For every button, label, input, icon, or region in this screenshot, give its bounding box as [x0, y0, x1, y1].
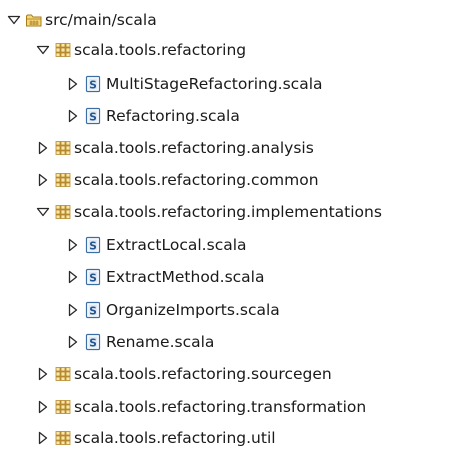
triangle-right-icon[interactable] — [66, 303, 80, 317]
package-icon — [54, 429, 72, 447]
source-folder-icon — [25, 11, 43, 29]
tree-item-file-extractmethod[interactable]: S ExtractMethod.scala — [66, 263, 264, 291]
scala-file-icon: S — [84, 236, 102, 254]
tree-item-file-rename[interactable]: S Rename.scala — [66, 328, 214, 356]
package-icon — [54, 139, 72, 157]
tree-item-label: Rename.scala — [106, 333, 215, 351]
tree-item-label: scala.tools.refactoring.implementations — [74, 203, 382, 221]
tree-item-package-scala-tools-refactoring[interactable]: scala.tools.refactoring — [36, 36, 246, 64]
svg-text:S: S — [89, 305, 97, 317]
package-explorer-tree: src/main/scala scala.tools.refactoring S — [0, 0, 472, 451]
triangle-right-icon[interactable] — [66, 238, 80, 252]
package-icon — [54, 398, 72, 416]
triangle-right-icon[interactable] — [36, 141, 50, 155]
scala-file-icon: S — [84, 333, 102, 351]
package-icon — [54, 365, 72, 383]
tree-item-file-organizeimports[interactable]: S OrganizeImports.scala — [66, 296, 280, 324]
triangle-right-icon[interactable] — [66, 270, 80, 284]
tree-item-file-extractlocal[interactable]: S ExtractLocal.scala — [66, 231, 247, 259]
triangle-down-icon[interactable] — [36, 205, 50, 219]
svg-text:S: S — [89, 240, 97, 252]
tree-item-label: scala.tools.refactoring — [74, 41, 247, 59]
scala-file-icon: S — [84, 75, 102, 93]
package-icon — [54, 41, 72, 59]
tree-item-label: scala.tools.refactoring.analysis — [74, 139, 314, 157]
tree-item-package-common[interactable]: scala.tools.refactoring.common — [36, 166, 319, 194]
svg-text:S: S — [89, 79, 97, 91]
tree-item-package-transformation[interactable]: scala.tools.refactoring.transformation — [36, 393, 366, 421]
tree-item-package-analysis[interactable]: scala.tools.refactoring.analysis — [36, 134, 314, 162]
svg-text:S: S — [89, 337, 97, 349]
package-icon — [54, 171, 72, 189]
triangle-right-icon[interactable] — [66, 335, 80, 349]
triangle-right-icon[interactable] — [36, 400, 50, 414]
tree-item-package-sourcegen[interactable]: scala.tools.refactoring.sourcegen — [36, 360, 332, 388]
tree-item-package-util[interactable]: scala.tools.refactoring.util — [36, 424, 276, 452]
triangle-right-icon[interactable] — [66, 77, 80, 91]
tree-item-label: MultiStageRefactoring.scala — [106, 75, 323, 93]
tree-item-label: ExtractMethod.scala — [106, 268, 265, 286]
scala-file-icon: S — [84, 107, 102, 125]
scala-file-icon: S — [84, 301, 102, 319]
scala-file-icon: S — [84, 268, 102, 286]
svg-text:S: S — [89, 111, 97, 123]
triangle-down-icon[interactable] — [36, 43, 50, 57]
tree-item-label: scala.tools.refactoring.sourcegen — [74, 365, 332, 383]
tree-item-label: scala.tools.refactoring.util — [74, 429, 276, 447]
tree-item-file-multistagerefactoring[interactable]: S MultiStageRefactoring.scala — [66, 70, 323, 98]
tree-item-label: ExtractLocal.scala — [106, 236, 247, 254]
triangle-right-icon[interactable] — [36, 431, 50, 445]
triangle-right-icon[interactable] — [66, 109, 80, 123]
triangle-right-icon[interactable] — [36, 173, 50, 187]
tree-item-label: scala.tools.refactoring.transformation — [74, 398, 367, 416]
tree-item-src-main-scala[interactable]: src/main/scala — [7, 6, 157, 34]
package-icon — [54, 203, 72, 221]
tree-item-label: src/main/scala — [45, 11, 157, 29]
triangle-down-icon[interactable] — [7, 13, 21, 27]
tree-item-label: Refactoring.scala — [106, 107, 240, 125]
tree-item-package-implementations[interactable]: scala.tools.refactoring.implementations — [36, 198, 382, 226]
tree-item-file-refactoring[interactable]: S Refactoring.scala — [66, 102, 240, 130]
tree-item-label: scala.tools.refactoring.common — [74, 171, 319, 189]
triangle-right-icon[interactable] — [36, 367, 50, 381]
tree-item-label: OrganizeImports.scala — [106, 301, 280, 319]
svg-text:S: S — [89, 272, 97, 284]
